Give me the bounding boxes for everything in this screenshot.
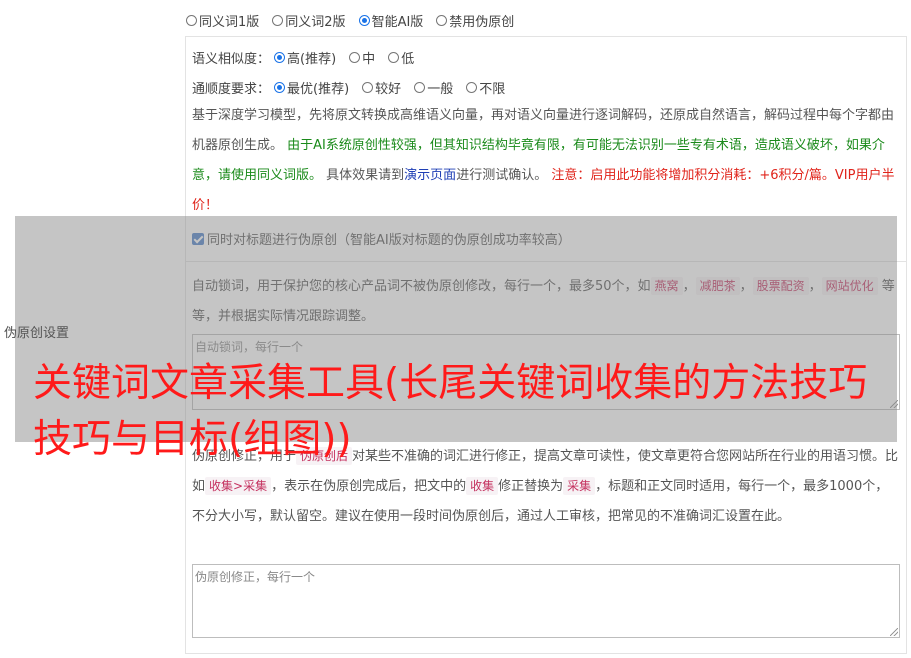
example-tag: 采集: [563, 477, 596, 495]
radio-icon[interactable]: [414, 82, 426, 93]
radio-icon[interactable]: [349, 52, 361, 63]
example-tag: 收集: [466, 477, 499, 495]
radio-checked-icon[interactable]: [274, 82, 286, 93]
fluency-label: 通顺度要求：: [192, 82, 271, 97]
fluency-option-normal[interactable]: 一般: [414, 78, 453, 97]
fluency-option-good[interactable]: 较好: [362, 78, 401, 97]
example-tag: 收集>采集: [205, 477, 272, 495]
radio-icon[interactable]: [436, 15, 448, 26]
radio-icon[interactable]: [388, 52, 400, 63]
version-option-disabled[interactable]: 禁用伪原创: [436, 11, 514, 30]
version-option-synonym1[interactable]: 同义词1版: [186, 11, 259, 30]
similarity-label: 语义相似度：: [192, 52, 271, 67]
similarity-option-high[interactable]: 高(推荐): [274, 48, 336, 67]
radio-icon[interactable]: [272, 15, 284, 26]
demo-page-link[interactable]: 演示页面: [404, 168, 456, 183]
overlay-title: 关键词文章采集工具(长尾关键词收集的方法技巧技巧与目标(组图)): [33, 361, 868, 462]
fluency-row: 通顺度要求： 最优(推荐) 较好 一般 不限: [192, 78, 518, 97]
radio-checked-icon[interactable]: [358, 15, 370, 26]
correction-input[interactable]: 伪原创修正，每行一个: [192, 564, 900, 638]
radio-checked-icon[interactable]: [274, 52, 286, 63]
ai-description: 基于深度学习模型，先将原文转换成高维语义向量，再对语义向量进行逐词解码，还原成自…: [192, 108, 895, 213]
radio-icon[interactable]: [466, 82, 478, 93]
version-option-synonym2[interactable]: 同义词2版: [272, 11, 346, 30]
radio-icon[interactable]: [362, 82, 374, 93]
section-label: 伪原创设置: [4, 326, 70, 341]
version-option-ai[interactable]: 智能AI版: [358, 11, 423, 30]
similarity-option-medium[interactable]: 中: [349, 48, 375, 67]
radio-icon[interactable]: [186, 15, 197, 26]
similarity-row: 语义相似度： 高(推荐) 中 低: [192, 48, 427, 67]
fluency-option-unlimited[interactable]: 不限: [466, 78, 505, 97]
fluency-option-best[interactable]: 最优(推荐): [274, 78, 349, 97]
version-selector: 同义词1版 同义词2版 智能AI版 禁用伪原创: [186, 11, 527, 30]
resize-handle-icon[interactable]: [890, 628, 898, 636]
similarity-option-low[interactable]: 低: [388, 48, 414, 67]
